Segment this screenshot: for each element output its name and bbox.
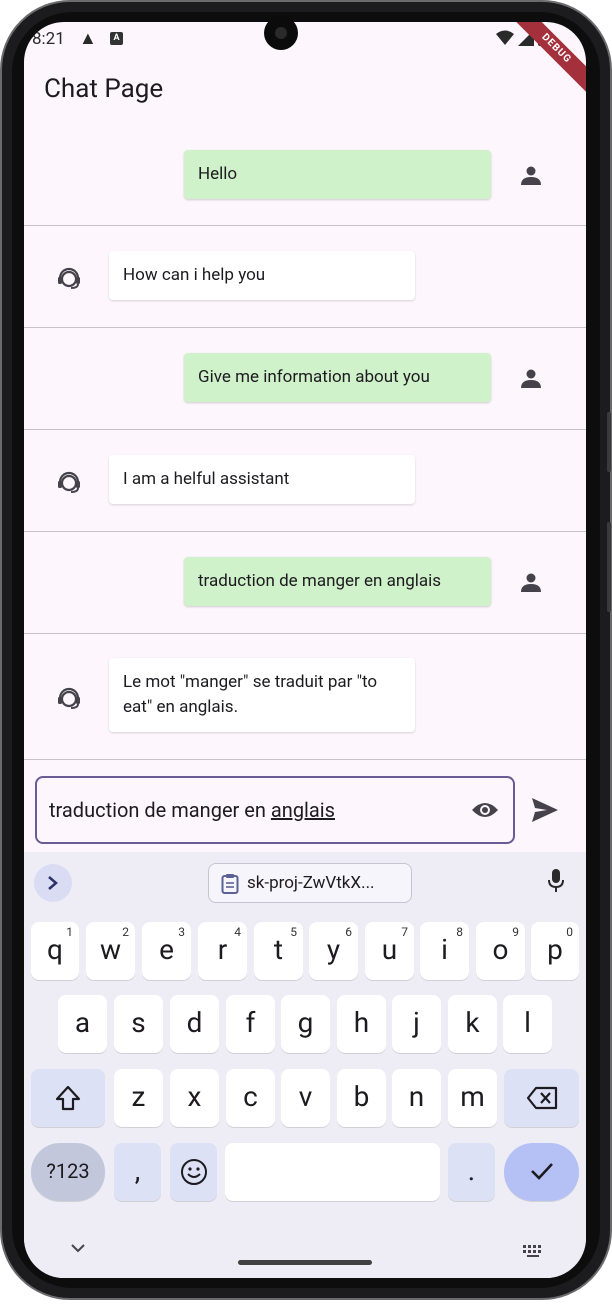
key-l[interactable]: l [503,995,552,1053]
bot-message-bubble: How can i help you [109,251,415,300]
volume-button [607,412,611,472]
shift-icon [55,1085,81,1111]
support-agent-icon [58,687,80,709]
backspace-icon [526,1086,557,1110]
emoji-key[interactable] [170,1143,217,1201]
key-y[interactable]: y6 [309,922,358,980]
key-a[interactable]: a [58,995,107,1053]
message-row: Le mot "manger" se traduit par "to eat" … [24,634,586,760]
status-bar: 8:21 ▲ A [24,22,586,58]
comma-key[interactable]: , [114,1143,161,1201]
key-k[interactable]: k [448,995,497,1053]
keyboard-toolbar: sk-proj-ZwVtkX... [24,852,586,912]
on-screen-keyboard: sk-proj-ZwVtkX... q1 w2 e3 r4 t5 y6 u7 i… [24,852,586,1278]
navigation-bar [24,1232,586,1278]
key-q[interactable]: q1 [31,922,79,980]
key-o[interactable]: o9 [476,922,525,980]
key-p[interactable]: p0 [531,922,579,980]
key-n[interactable]: n [392,1069,441,1127]
message-input[interactable]: traduction de manger en anglais [35,776,515,844]
key-f[interactable]: f [226,995,275,1053]
key-b[interactable]: b [337,1069,386,1127]
eye-icon[interactable] [471,800,499,820]
key-w[interactable]: w2 [86,922,135,980]
message-input-value: traduction de manger en anglais [49,798,335,822]
hide-keyboard-icon[interactable] [70,1242,86,1254]
backspace-key[interactable] [504,1069,579,1127]
key-v[interactable]: v [281,1069,330,1127]
chat-list[interactable]: Hello How can i help you Give me informa… [24,124,586,760]
key-i[interactable]: i8 [420,922,469,980]
message-row: Give me information about you [24,328,586,430]
check-icon [530,1163,553,1180]
clipboard-icon [221,874,239,894]
clipboard-suggestion-chip[interactable]: sk-proj-ZwVtkX... [208,863,412,903]
period-key[interactable]: . [448,1143,495,1201]
user-message-bubble: traduction de manger en anglais [184,557,491,606]
status-time: 8:21 [32,29,65,49]
key-m[interactable]: m [448,1069,497,1127]
key-c[interactable]: c [226,1069,275,1127]
key-e[interactable]: e3 [142,922,191,980]
key-z[interactable]: z [114,1069,163,1127]
user-message-bubble: Hello [184,150,491,199]
clipboard-text: sk-proj-ZwVtkX... [247,873,375,893]
user-message-bubble: Give me information about you [184,353,491,402]
support-agent-icon [58,471,80,493]
keyboard-switch-icon[interactable] [522,1244,544,1258]
support-agent-icon [58,267,80,289]
key-u[interactable]: u7 [365,922,414,980]
send-icon[interactable] [530,796,560,824]
page-title: Chat Page [44,74,164,104]
person-icon [521,573,541,592]
message-row: How can i help you [24,226,586,328]
person-icon [521,369,541,388]
app-notification-icon: A [110,32,123,45]
key-t[interactable]: t5 [254,922,303,980]
home-gesture-handle[interactable] [238,1260,372,1265]
app-bar: Chat Page [24,58,586,122]
key-s[interactable]: s [114,995,163,1053]
key-d[interactable]: d [170,995,219,1053]
bot-message-bubble: Le mot "manger" se traduit par "to eat" … [109,658,415,732]
space-key[interactable] [225,1143,440,1201]
message-row: I am a helful assistant [24,430,586,532]
wifi-icon [496,30,514,45]
screen: 8:21 ▲ A DEBUG Chat Page Hello How can i… [24,22,586,1278]
emoji-icon [180,1159,207,1185]
shift-key[interactable] [31,1069,105,1127]
key-h[interactable]: h [337,995,386,1053]
chevron-right-icon [48,876,58,890]
key-r[interactable]: r4 [198,922,247,980]
message-row: traduction de manger en anglais [24,532,586,634]
key-g[interactable]: g [281,995,330,1053]
message-row: Hello [24,124,586,226]
warning-icon: ▲ [79,28,97,49]
person-icon [521,166,541,185]
power-button [607,522,611,612]
microphone-icon[interactable] [547,868,565,894]
enter-key[interactable] [504,1143,579,1201]
front-camera [264,16,298,50]
bot-message-bubble: I am a helful assistant [109,455,415,504]
key-j[interactable]: j [392,995,441,1053]
key-x[interactable]: x [170,1069,219,1127]
symbols-key[interactable]: ?123 [31,1143,105,1201]
expand-toolbar-button[interactable] [34,864,72,902]
